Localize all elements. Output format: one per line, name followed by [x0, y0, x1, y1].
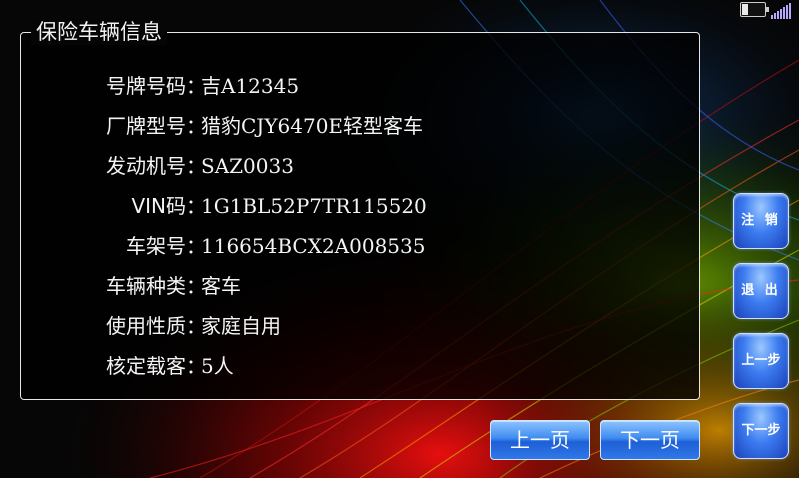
- field-value: 吉A12345: [201, 74, 300, 98]
- field-value: 1G1BL52P7TR115520: [201, 194, 427, 218]
- next-step-button[interactable]: 下一步: [733, 403, 789, 459]
- exit-button[interactable]: 退 出: [733, 263, 789, 319]
- field-label: 车架号：: [126, 234, 206, 258]
- field-value: SAZ0033: [201, 154, 294, 178]
- field-value: 客车: [201, 274, 241, 298]
- field-value: 家庭自用: [201, 314, 281, 338]
- field-label: 核定载客：: [106, 354, 206, 378]
- field-label: 车辆种类：: [106, 274, 206, 298]
- signal-icon: [771, 2, 799, 19]
- field-label: 厂牌型号：: [106, 114, 206, 138]
- next-page-button[interactable]: 下一页: [600, 420, 700, 460]
- field-label: 发动机号：: [106, 154, 206, 178]
- field-value: 116654BCX2A008535: [201, 234, 426, 258]
- prev-page-button[interactable]: 上一页: [490, 420, 590, 460]
- field-label: VIN码：: [131, 194, 206, 218]
- prev-step-button[interactable]: 上一步: [733, 333, 789, 389]
- field-value: 猎豹CJY6470E轻型客车: [201, 114, 424, 138]
- screen: 保险车辆信息 号牌号码： 吉A12345 厂牌型号： 猎豹CJY6470E轻型客…: [0, 0, 799, 478]
- logout-button[interactable]: 注 销: [733, 193, 789, 249]
- battery-icon: [740, 2, 769, 17]
- panel-title: 保险车辆信息: [31, 19, 167, 45]
- field-label: 使用性质：: [106, 314, 206, 338]
- vehicle-info-panel: 保险车辆信息 号牌号码： 吉A12345 厂牌型号： 猎豹CJY6470E轻型客…: [20, 19, 700, 400]
- field-label: 号牌号码：: [106, 74, 206, 98]
- field-value: 5人: [201, 354, 234, 378]
